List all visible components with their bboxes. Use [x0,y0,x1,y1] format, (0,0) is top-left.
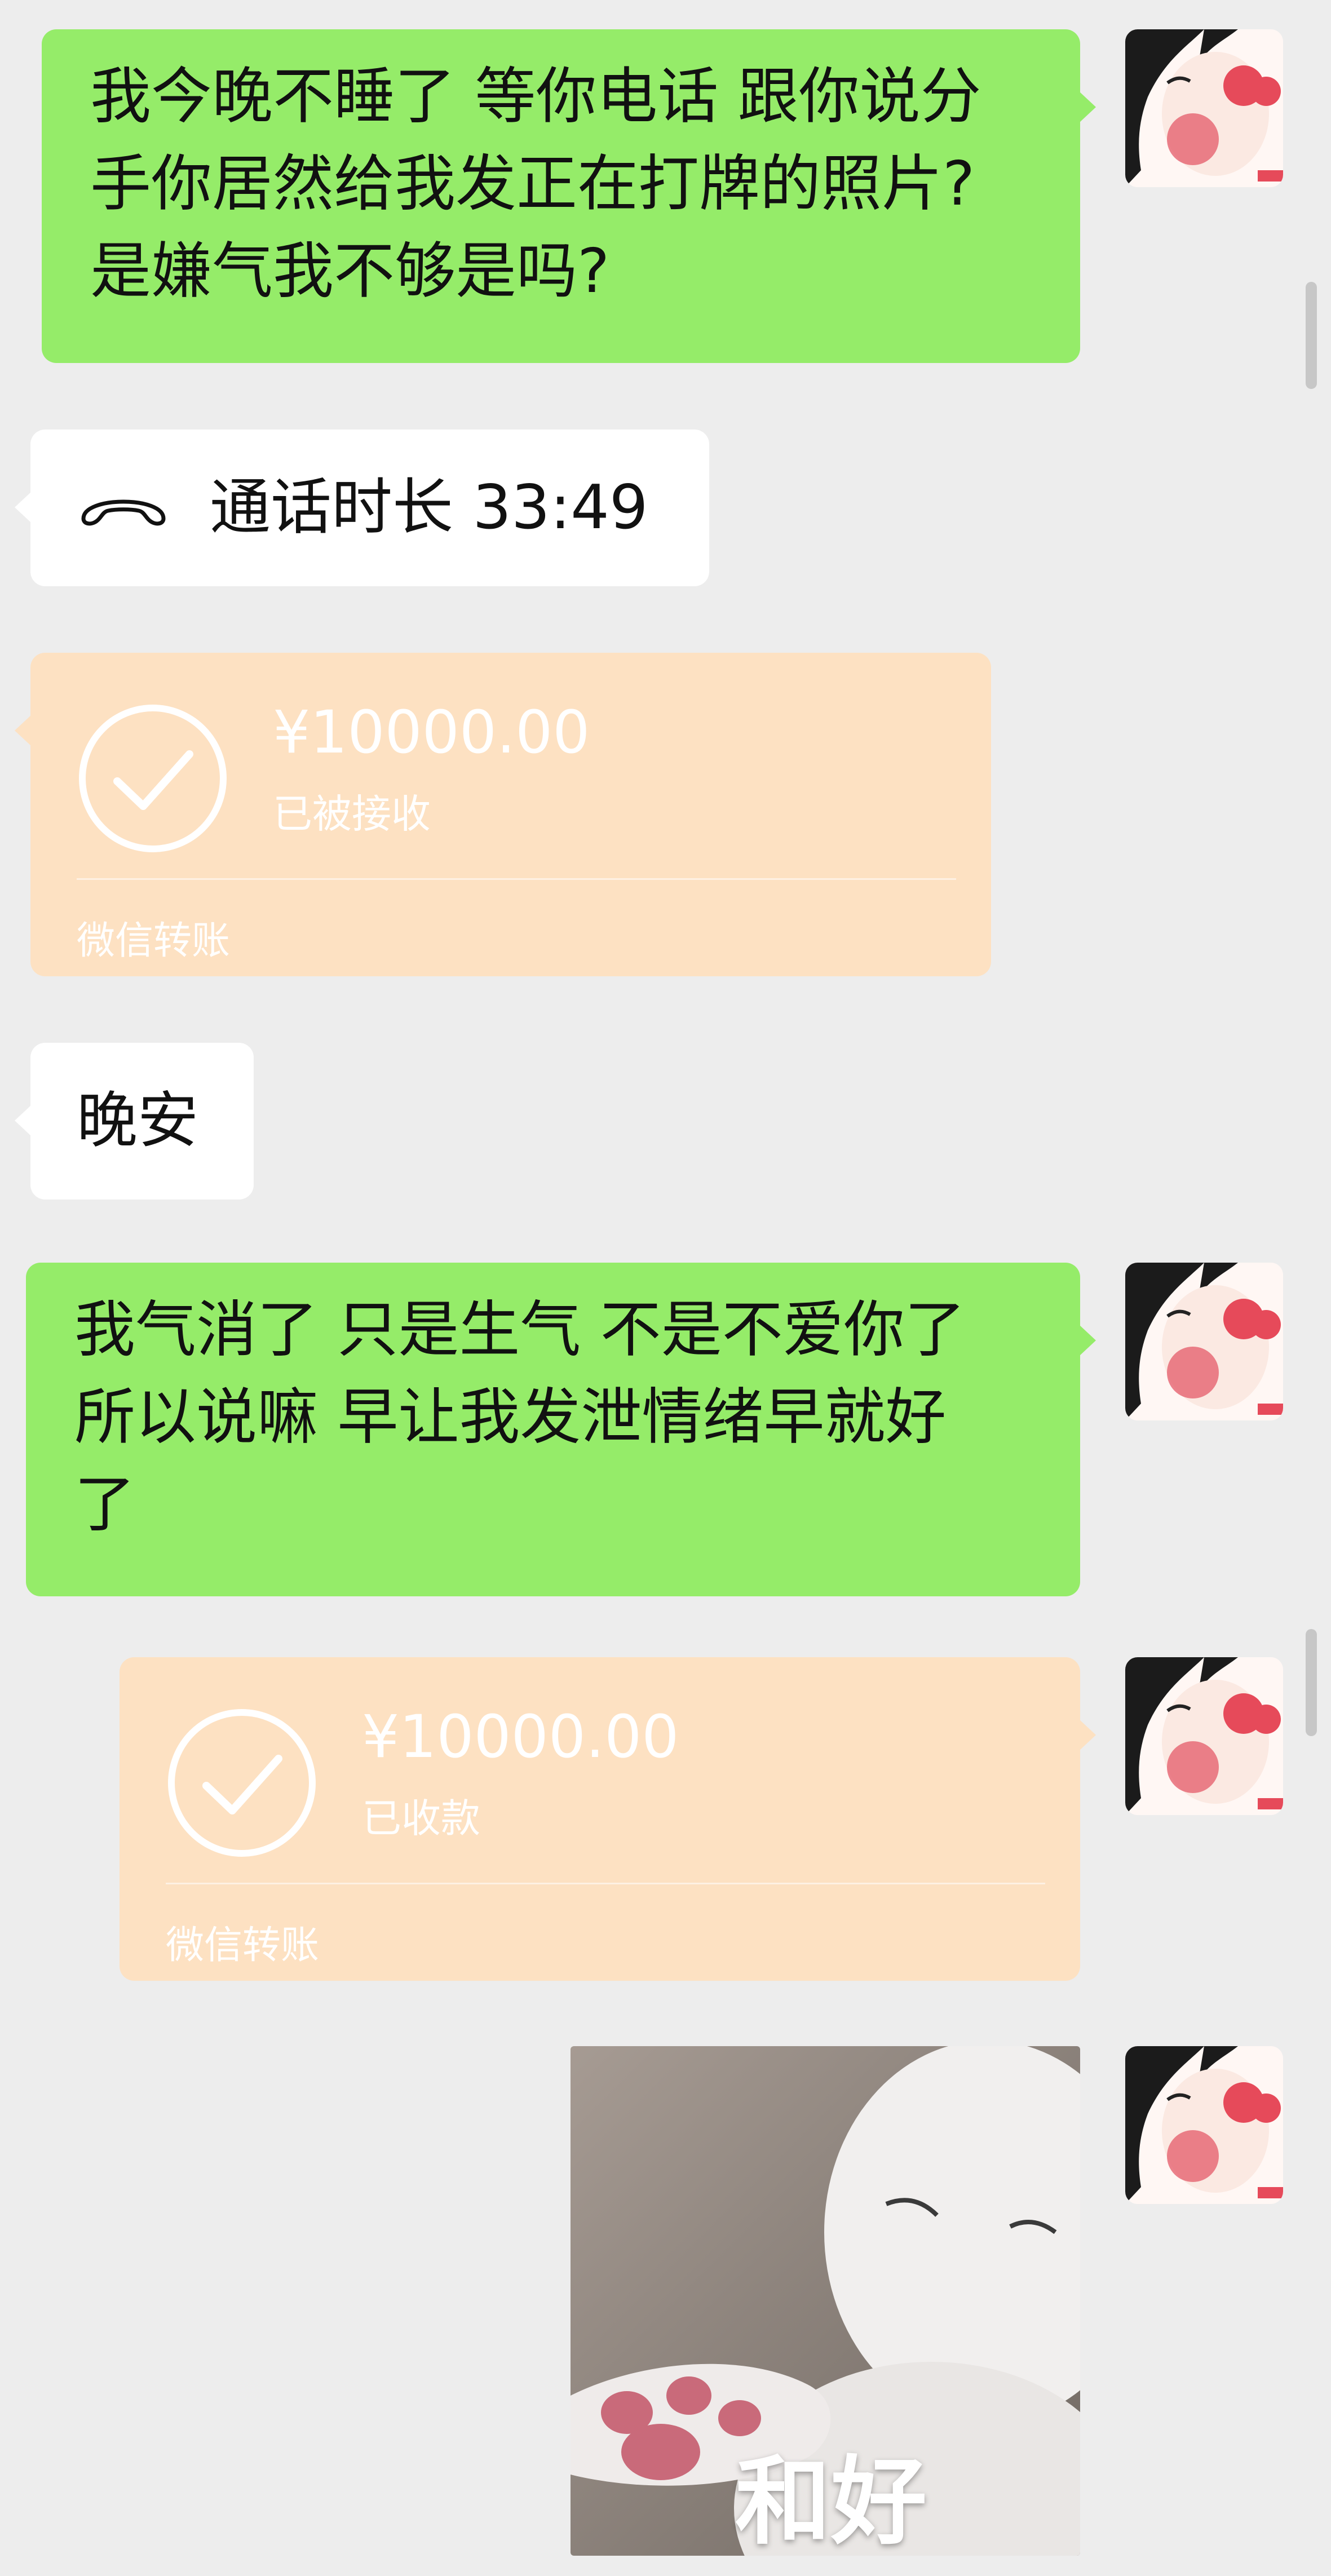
scrollbar-thumb-secondary[interactable] [1306,1629,1317,1736]
check-circle-icon [79,705,227,852]
transfer-amount: ¥10000.00 [362,1702,679,1771]
transfer-status: 已收款 [362,1795,480,1842]
message-bubble-received[interactable]: 晚安 [15,1043,254,1200]
message-text: 我气消了 只是生气 不是不爱你了 所以说嘛 早让我发泄情绪早就好 了 [74,1295,966,1540]
phone-hangup-icon [81,499,166,526]
avatar-self[interactable] [1125,1263,1283,1420]
avatar-self[interactable] [1125,1657,1283,1815]
call-record-bubble[interactable]: 通话时长 33:49 [15,430,709,586]
avatar-illustration-icon [1125,29,1283,187]
call-duration-text: 通话时长 33:49 [210,472,648,543]
transfer-divider [77,878,956,880]
transfer-bubble-received[interactable]: ¥10000.00 已被接收 微信转账 [15,653,991,976]
avatar-illustration-icon [1125,2046,1283,2204]
avatar-illustration-icon [1125,1657,1283,1815]
message-text: 我今晚不睡了 等你电话 跟你说分 手你居然给我发正在打牌的照片? 是嫌气我不够是… [90,61,981,307]
message-bubble-sent[interactable]: 我今晚不睡了 等你电话 跟你说分 手你居然给我发正在打牌的照片? 是嫌气我不够是… [42,29,1096,363]
transfer-label: 微信转账 [77,919,231,963]
avatar-self[interactable] [1125,2046,1283,2204]
transfer-label: 微信转账 [166,1923,320,1968]
transfer-amount: ¥10000.00 [273,698,590,767]
avatar-self[interactable] [1125,29,1283,187]
message-text: 晚安 [77,1086,199,1156]
transfer-divider [166,1883,1045,1884]
scrollbar-thumb[interactable] [1306,282,1317,389]
sticker-caption: 和好 [735,2446,927,2556]
transfer-bubble-sent[interactable]: ¥10000.00 已收款 微信转账 [120,1657,1096,1981]
message-bubble-sent[interactable]: 我气消了 只是生气 不是不爱你了 所以说嘛 早让我发泄情绪早就好 了 [26,1263,1096,1596]
sticker-message[interactable]: 和好 [571,2046,1080,2556]
check-circle-icon [168,1709,316,1857]
transfer-status: 已被接收 [273,791,431,837]
avatar-illustration-icon [1125,1263,1283,1420]
